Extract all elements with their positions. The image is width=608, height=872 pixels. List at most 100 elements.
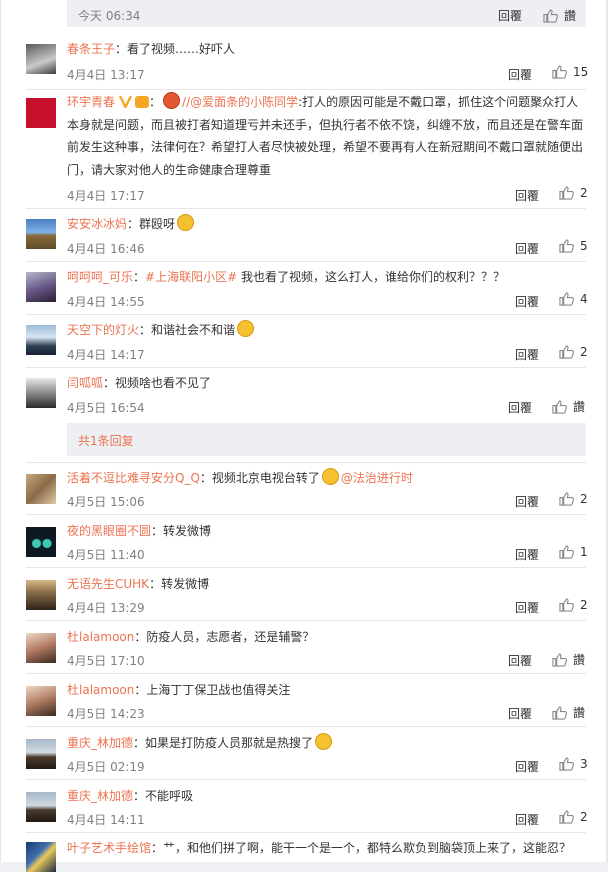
avatar[interactable]: [26, 378, 56, 408]
thumbs-up-icon: [552, 705, 567, 720]
thumbs-up-icon: [559, 292, 574, 306]
divider: [26, 208, 586, 209]
user-name[interactable]: 重庆_林加德: [67, 789, 133, 803]
like-button[interactable]: 讚: [543, 7, 576, 24]
avatar[interactable]: [26, 739, 56, 769]
avatar[interactable]: [26, 474, 56, 504]
avatar[interactable]: [26, 219, 56, 249]
divider: [26, 673, 586, 674]
reply-button[interactable]: 回覆: [515, 493, 539, 510]
divider: [26, 261, 586, 262]
like-count: 4: [580, 292, 588, 306]
avatar[interactable]: [26, 272, 56, 302]
comment-time: 4月5日 15:06: [67, 495, 145, 509]
like-count: 2: [580, 492, 588, 506]
comment-text: ：和谐社会不和谐: [139, 323, 236, 337]
angry-face-emoji-icon: [163, 92, 181, 109]
like-button[interactable]: 4: [559, 292, 588, 306]
comment-time: 4月5日 11:40: [67, 548, 145, 562]
like-count: 1: [580, 545, 588, 559]
comment-text: ：视频啥也看不见了: [103, 376, 212, 390]
user-name[interactable]: 安安冰冰妈: [67, 217, 127, 231]
reply-button[interactable]: 回覆: [515, 758, 539, 775]
user-name[interactable]: 闫呱呱: [67, 376, 103, 390]
thumbs-up-icon: [559, 492, 574, 506]
divider: [26, 89, 586, 90]
user-name[interactable]: 无语先生CUHK: [67, 577, 149, 591]
doge-emoji-icon: [237, 320, 255, 337]
like-button[interactable]: 2: [559, 186, 588, 200]
user-name[interactable]: 呵呵呵_可乐: [67, 270, 133, 284]
verified-v-icon: [119, 95, 133, 108]
avatar[interactable]: [26, 842, 56, 872]
like-button[interactable]: 2: [559, 598, 588, 612]
thumbs-up-icon: [552, 65, 567, 79]
comment-text: ：防疫人员，志愿者，还是辅警？: [134, 630, 315, 644]
like-label: 讚: [573, 400, 586, 414]
reply-button[interactable]: 回覆: [515, 546, 539, 563]
reply-button[interactable]: 回覆: [515, 346, 539, 363]
like-count: 3: [580, 757, 588, 771]
like-label: 讚: [573, 653, 586, 667]
show-replies-button[interactable]: 共1条回复: [67, 423, 586, 456]
like-button[interactable]: 1: [559, 545, 588, 559]
like-button[interactable]: 讚: [552, 398, 585, 415]
comment-text: ：艹，和他们拼了啊，能干一个是一个，都特么欺负到脑袋顶上来了，这能忍？: [151, 841, 572, 855]
thumbs-up-icon: [552, 652, 567, 667]
divider: [26, 314, 586, 315]
reply-button[interactable]: 回覆: [515, 599, 539, 616]
thumbs-up-icon: [543, 8, 558, 23]
like-count: 5: [580, 239, 588, 253]
thumbs-up-icon: [559, 810, 574, 824]
avatar[interactable]: [26, 686, 56, 716]
like-button[interactable]: 3: [559, 757, 588, 771]
user-name[interactable]: 活着不逗比难寻安分Q_Q: [67, 471, 200, 485]
comment-text: ：转发微博: [151, 524, 212, 538]
user-name[interactable]: 杜lalamoon: [67, 683, 134, 697]
reply-button[interactable]: 回覆: [515, 811, 539, 828]
avatar[interactable]: [26, 580, 56, 610]
reply-button[interactable]: 回覆: [515, 240, 539, 257]
reply-button[interactable]: 回覆: [515, 293, 539, 310]
avatar[interactable]: [26, 98, 56, 128]
comment-text: ：不能呼吸: [133, 789, 194, 803]
like-button[interactable]: 讚: [552, 704, 585, 721]
mention-link[interactable]: @法治进行时: [341, 471, 413, 485]
divider: [26, 462, 586, 463]
like-button[interactable]: 2: [559, 492, 588, 506]
comment-time: 4月5日 14:23: [67, 707, 145, 721]
reply-button[interactable]: 回覆: [508, 66, 532, 83]
like-button[interactable]: 2: [559, 345, 588, 359]
like-button[interactable]: 15: [552, 65, 588, 79]
like-label: 讚: [573, 706, 586, 720]
thumbs-up-icon: [559, 239, 574, 253]
divider: [26, 367, 586, 368]
like-count: 15: [573, 65, 589, 79]
user-name[interactable]: 夜的黑眼圈不圆: [67, 524, 151, 538]
comment-time: 4月4日 14:17: [67, 348, 145, 362]
like-button[interactable]: 2: [559, 810, 588, 824]
like-button[interactable]: 讚: [552, 651, 585, 668]
comment-text: ：视频北京电视台转了: [199, 471, 320, 485]
avatar[interactable]: [26, 44, 56, 74]
user-name[interactable]: 重庆_林加德: [67, 736, 133, 750]
reply-button[interactable]: 回覆: [508, 399, 532, 416]
user-name[interactable]: 杜lalamoon: [67, 630, 134, 644]
divider: [26, 779, 586, 780]
mention-link[interactable]: //@爱面条的小陈同学: [182, 95, 298, 109]
reply-button[interactable]: 回覆: [498, 7, 522, 24]
user-name[interactable]: 叶子艺术手绘馆: [67, 841, 151, 855]
avatar[interactable]: [26, 792, 56, 822]
avatar[interactable]: [26, 325, 56, 355]
reply-button[interactable]: 回覆: [515, 187, 539, 204]
topic-link[interactable]: #上海联阳小区#: [145, 270, 237, 284]
reply-button[interactable]: 回覆: [508, 705, 532, 722]
reply-button[interactable]: 回覆: [508, 652, 532, 669]
user-name[interactable]: 环宇青春: [67, 95, 115, 109]
user-name[interactable]: 春条王子: [67, 42, 115, 56]
user-name[interactable]: 天空下的灯火: [67, 323, 139, 337]
avatar[interactable]: [26, 527, 56, 557]
avatar[interactable]: [26, 633, 56, 663]
thumbs-up-icon: [552, 399, 567, 414]
like-button[interactable]: 5: [559, 239, 588, 253]
